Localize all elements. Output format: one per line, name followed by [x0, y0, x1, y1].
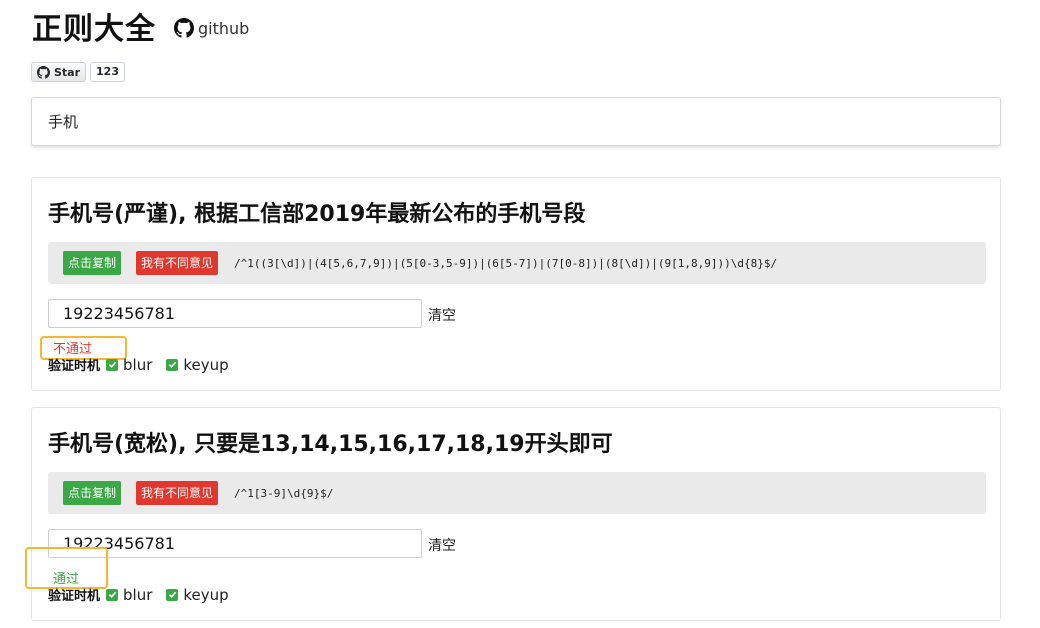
test-input[interactable]	[48, 299, 422, 328]
github-link-label: github	[198, 18, 250, 38]
validation-timing: 验证时机 blur keyup	[48, 585, 243, 605]
keyup-label: keyup	[183, 355, 229, 374]
blur-label: blur	[123, 355, 153, 374]
github-icon	[37, 65, 50, 79]
checkmark-icon	[166, 588, 179, 601]
clear-button[interactable]: 清空	[428, 535, 456, 555]
regex-bar: 点击复制 我有不同意见 /^1((3[\d])|(4[5,6,7,9])|(5[…	[48, 242, 986, 284]
card-title: 手机号(宽松), 只要是13,14,15,16,17,18,19开头即可	[48, 432, 613, 457]
keyup-label: keyup	[183, 585, 229, 604]
regex-code: /^1[3-9]\d{9}$/	[234, 486, 334, 500]
checkmark-icon	[106, 588, 119, 601]
keyup-checkbox[interactable]: keyup	[166, 585, 229, 604]
clear-button[interactable]: 清空	[428, 305, 456, 325]
timing-label: 验证时机	[48, 589, 101, 604]
checkmark-icon	[166, 358, 179, 371]
validation-timing: 验证时机 blur keyup	[48, 355, 243, 375]
timing-label: 验证时机	[48, 359, 101, 374]
star-label: Star	[54, 65, 81, 79]
github-icon	[174, 18, 194, 38]
github-link[interactable]: github	[174, 18, 249, 38]
regex-code: /^1((3[\d])|(4[5,6,7,9])|(5[0-3,5-9])|(6…	[234, 256, 778, 270]
star-button[interactable]: Star	[31, 62, 87, 82]
disagree-button[interactable]: 我有不同意见	[136, 251, 219, 275]
blur-checkbox[interactable]: blur	[106, 586, 152, 604]
checkmark-icon	[106, 358, 119, 371]
github-star-widget: Star 123	[31, 62, 125, 82]
card-title: 手机号(严谨), 根据工信部2019年最新公布的手机号段	[48, 202, 586, 227]
regex-card-loose: 手机号(宽松), 只要是13,14,15,16,17,18,19开头即可 点击复…	[25, 407, 1001, 621]
blur-checkbox[interactable]: blur	[106, 356, 152, 374]
copy-button[interactable]: 点击复制	[63, 251, 122, 275]
keyup-checkbox[interactable]: keyup	[166, 355, 229, 374]
page-title: 正则大全	[32, 12, 156, 47]
disagree-button[interactable]: 我有不同意见	[136, 481, 219, 505]
page-header: 正则大全 github	[32, 4, 249, 48]
regex-bar: 点击复制 我有不同意见 /^1[3-9]\d{9}$/	[48, 472, 986, 514]
regex-card-strict: 手机号(严谨), 根据工信部2019年最新公布的手机号段 点击复制 我有不同意见…	[31, 177, 1001, 391]
search-input[interactable]	[31, 97, 1001, 146]
blur-label: blur	[123, 585, 153, 604]
copy-button[interactable]: 点击复制	[63, 481, 122, 505]
star-count[interactable]: 123	[90, 62, 125, 82]
